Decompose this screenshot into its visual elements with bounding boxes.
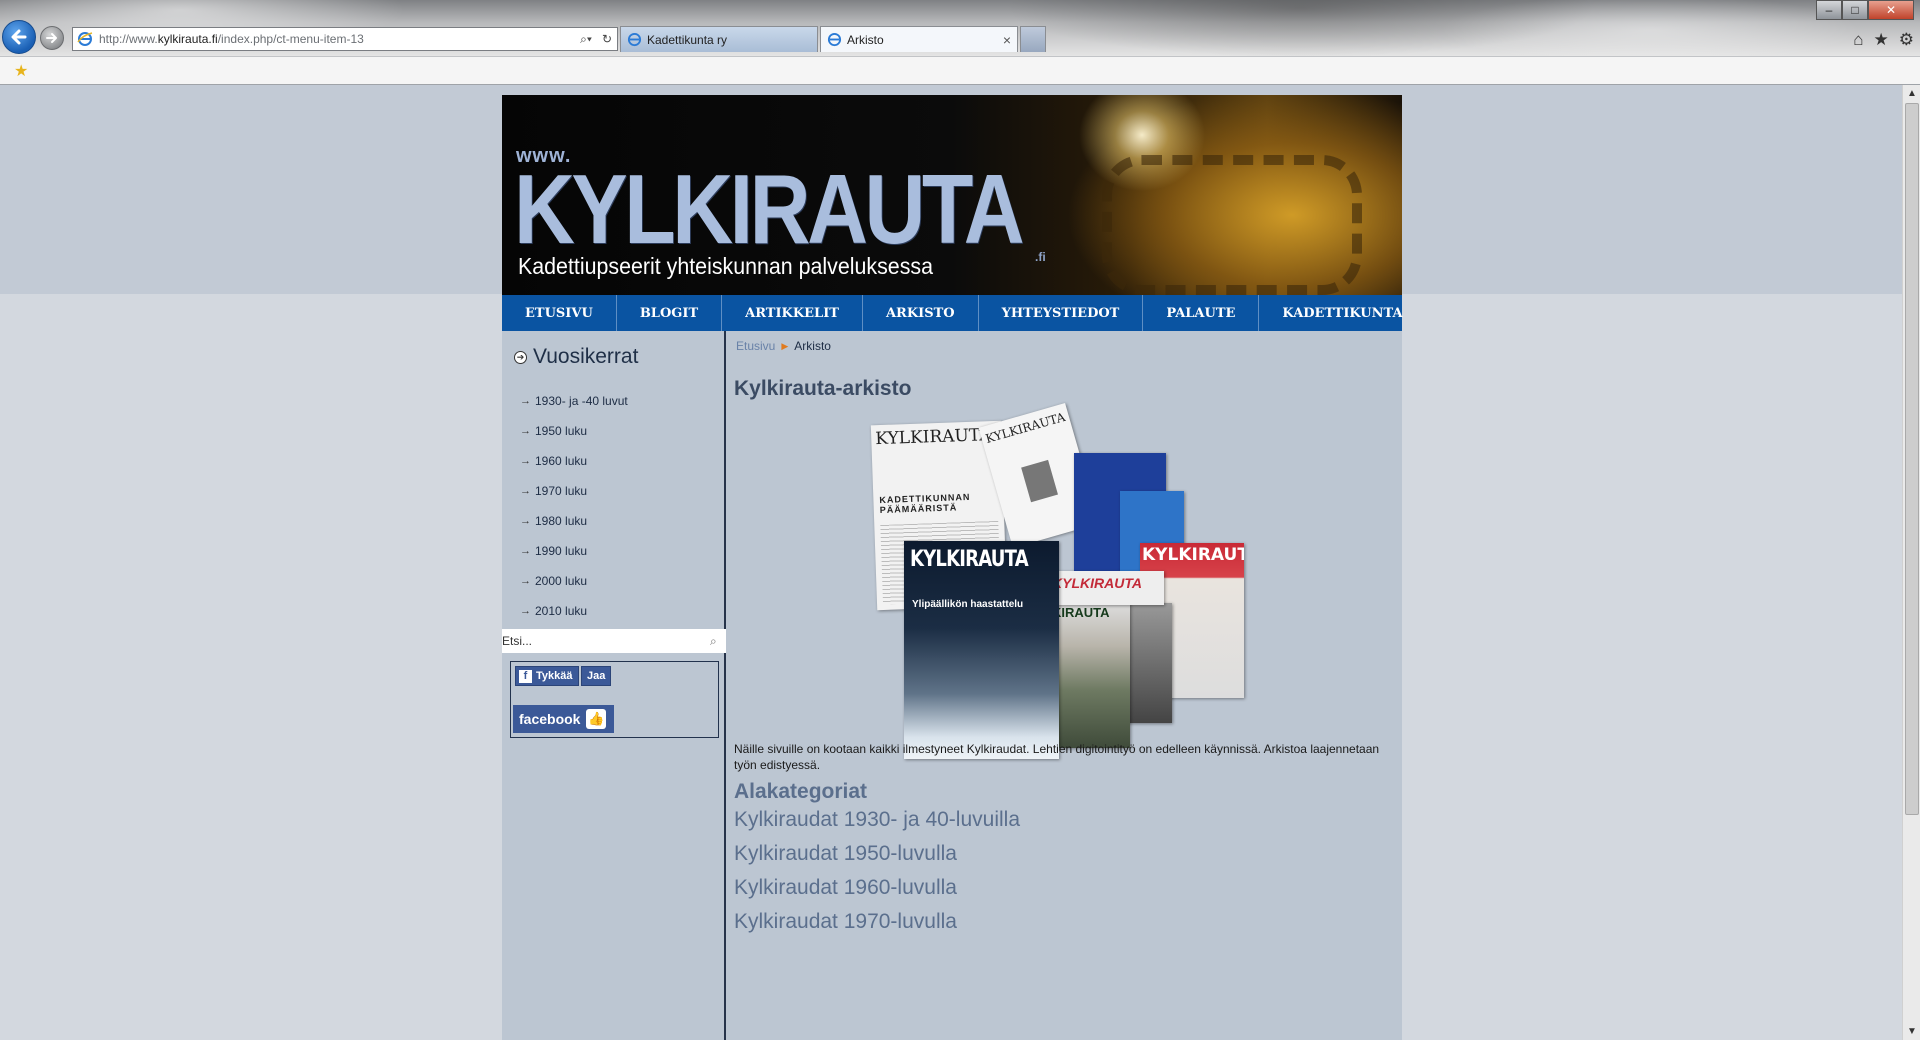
year-link[interactable]: → 1930- ja -40 luvut: [520, 386, 628, 416]
close-tab-icon[interactable]: ×: [1003, 32, 1011, 48]
nav-blogit[interactable]: BLOGIT: [617, 295, 723, 331]
nav-artikkelit[interactable]: ARTIKKELIT: [722, 295, 863, 331]
breadcrumb-home-link[interactable]: Etusivu: [736, 339, 775, 353]
back-button[interactable]: [2, 20, 36, 54]
arrow-right-icon: →: [520, 425, 531, 437]
minimize-button[interactable]: –: [1816, 0, 1842, 20]
site-logo-title: KYLKIRAUTA: [514, 154, 1025, 264]
nav-arkisto[interactable]: ARKISTO: [863, 295, 979, 331]
add-favorite-icon[interactable]: ★: [14, 61, 28, 81]
breadcrumb: Etusivu ▶ Arkisto: [736, 339, 831, 353]
refresh-icon[interactable]: ↻: [597, 32, 617, 46]
site-tagline: Kadettiupseerit yhteiskunnan palvelukses…: [518, 253, 933, 279]
year-link[interactable]: → 2010 luku: [520, 596, 628, 626]
page-title: Kylkirauta-arkisto: [734, 377, 912, 400]
sidebar-heading: ➔ Vuosikerrat: [514, 345, 638, 369]
forward-button[interactable]: [40, 26, 64, 50]
nav-etusivu[interactable]: ETUSIVU: [502, 295, 617, 331]
star-icon[interactable]: ★: [1874, 30, 1889, 50]
year-link[interactable]: → 1970 luku: [520, 476, 628, 506]
vertical-scrollbar[interactable]: ▲ ▼: [1902, 85, 1920, 1040]
site-container: www. KYLKIRAUTA .fi Kadettiupseerit yhte…: [502, 95, 1403, 1040]
breadcrumb-current: Arkisto: [794, 339, 831, 353]
nav-palaute[interactable]: PALAUTE: [1143, 295, 1260, 331]
magazine-cover-parade: KIRAUTA: [1050, 603, 1130, 748]
tab-label: Kadettikunta ry: [647, 32, 728, 47]
favorites-bar: ★: [0, 56, 1920, 85]
window-controls: – □ ✕: [1816, 0, 1914, 20]
breadcrumb-separator-icon: ▶: [781, 340, 789, 351]
year-link[interactable]: → 2000 luku: [520, 566, 628, 596]
facebook-share-button[interactable]: Jaa: [581, 666, 612, 686]
arrow-right-icon: [46, 33, 57, 43]
magazine-cover-featured: KYLKIRAUTA Ylipäällikön haastattelu: [904, 541, 1059, 759]
site-banner[interactable]: www. KYLKIRAUTA .fi Kadettiupseerit yhte…: [502, 95, 1402, 295]
main-content: Etusivu ▶ Arkisto Kylkirauta-arkisto KYL…: [728, 331, 1402, 1040]
facebook-widget: f Tykkää Jaa facebook 👍: [510, 661, 719, 738]
nav-kadettikunta[interactable]: KADETTIKUNTA: [1259, 295, 1425, 331]
scrollbar-thumb[interactable]: [1905, 103, 1919, 815]
arrow-right-icon: →: [520, 455, 531, 467]
year-link[interactable]: → 1950 luku: [520, 416, 628, 446]
sidebar-heading-text: Vuosikerrat: [533, 345, 639, 368]
sidebar: ➔ Vuosikerrat → 1930- ja -40 luvut → 1950 …: [502, 331, 726, 1040]
year-list: → 1930- ja -40 luvut → 1950 luku → 1960 luk…: [520, 386, 628, 626]
search-placeholder: Etsi...: [502, 634, 533, 648]
address-url: http://www.kylkirauta.fi/index.php/ct-me…: [99, 32, 364, 46]
intro-text: Näille sivuille on kootaan kaikki ilmest…: [734, 742, 1380, 772]
subcategory-list: Kylkiraudat 1930- ja 40-luvuilla Kylkira…: [734, 808, 1020, 944]
year-link[interactable]: → 1960 luku: [520, 446, 628, 476]
search-icon[interactable]: ⌕▾: [575, 32, 597, 47]
arrow-right-icon: →: [520, 515, 531, 527]
page-viewport: www. KYLKIRAUTA .fi Kadettiupseerit yhte…: [0, 85, 1902, 1040]
home-icon[interactable]: ⌂: [1853, 30, 1863, 50]
new-tab-button[interactable]: [1020, 26, 1046, 52]
close-window-button[interactable]: ✕: [1868, 0, 1914, 20]
browser-chrome: http://www.kylkirauta.fi/index.php/ct-me…: [0, 0, 1920, 85]
subcategory-link[interactable]: Kylkiraudat 1930- ja 40-luvuilla: [734, 808, 1020, 842]
ie-tab-icon: [827, 32, 842, 47]
magazine-cover-strip: KYLKIRAUTA: [1050, 571, 1164, 605]
subcategory-link[interactable]: Kylkiraudat 1950-luvulla: [734, 842, 1020, 876]
browser-toolbar-icons: ⌂ ★ ⚙: [1853, 30, 1914, 50]
facebook-page-link[interactable]: facebook 👍: [513, 705, 614, 733]
ie-page-icon: [77, 32, 93, 46]
tab-kadettikunta[interactable]: Kadettikunta ry: [620, 26, 818, 52]
nav-yhteystiedot[interactable]: YHTEYSTIEDOT: [979, 295, 1144, 331]
subcategories-heading: Alakategoriat: [734, 780, 868, 803]
search-input[interactable]: Etsi... ⌕: [502, 629, 726, 653]
tab-label: Arkisto: [847, 32, 884, 47]
subcategory-link[interactable]: Kylkiraudat 1960-luvulla: [734, 876, 1020, 910]
banner-tld: .fi: [1035, 250, 1046, 264]
thumbs-up-icon: 👍: [586, 709, 607, 729]
ie-tab-icon: [627, 32, 642, 47]
arrow-right-icon: →: [520, 575, 531, 587]
arrow-right-icon: →: [520, 605, 531, 617]
gear-icon[interactable]: ⚙: [1899, 30, 1914, 50]
search-icon[interactable]: ⌕: [710, 634, 726, 649]
facebook-icon: f: [519, 669, 532, 683]
scroll-up-icon[interactable]: ▲: [1903, 85, 1920, 102]
address-bar[interactable]: http://www.kylkirauta.fi/index.php/ct-me…: [72, 27, 618, 51]
arrow-left-icon: [11, 29, 27, 45]
arrow-right-icon: →: [520, 395, 531, 407]
year-link[interactable]: → 1980 luku: [520, 506, 628, 536]
arrow-right-icon: →: [520, 545, 531, 557]
arrow-right-icon: →: [520, 485, 531, 497]
magazine-cover-grey: [1124, 603, 1172, 723]
tab-arkisto[interactable]: Arkisto ×: [820, 26, 1018, 52]
subcategory-link[interactable]: Kylkiraudat 1970-luvulla: [734, 910, 1020, 944]
main-navigation: ETUSIVU BLOGIT ARTIKKELIT ARKISTO YHTEYS…: [502, 295, 1403, 331]
arrow-circle-icon: ➔: [514, 350, 527, 364]
banner-decoration: [1102, 155, 1362, 295]
content-area: ➔ Vuosikerrat → 1930- ja -40 luvut → 1950 …: [502, 331, 1402, 1040]
maximize-button[interactable]: □: [1842, 0, 1868, 20]
magazine-collage-image: KYLKIRAUTA KADETTIKUNNAN PÄÄMÄÄRISTÄ KYL…: [870, 403, 1250, 761]
scroll-down-icon[interactable]: ▼: [1903, 1023, 1920, 1040]
year-link[interactable]: → 1990 luku: [520, 536, 628, 566]
facebook-like-button[interactable]: f Tykkää: [515, 666, 579, 686]
